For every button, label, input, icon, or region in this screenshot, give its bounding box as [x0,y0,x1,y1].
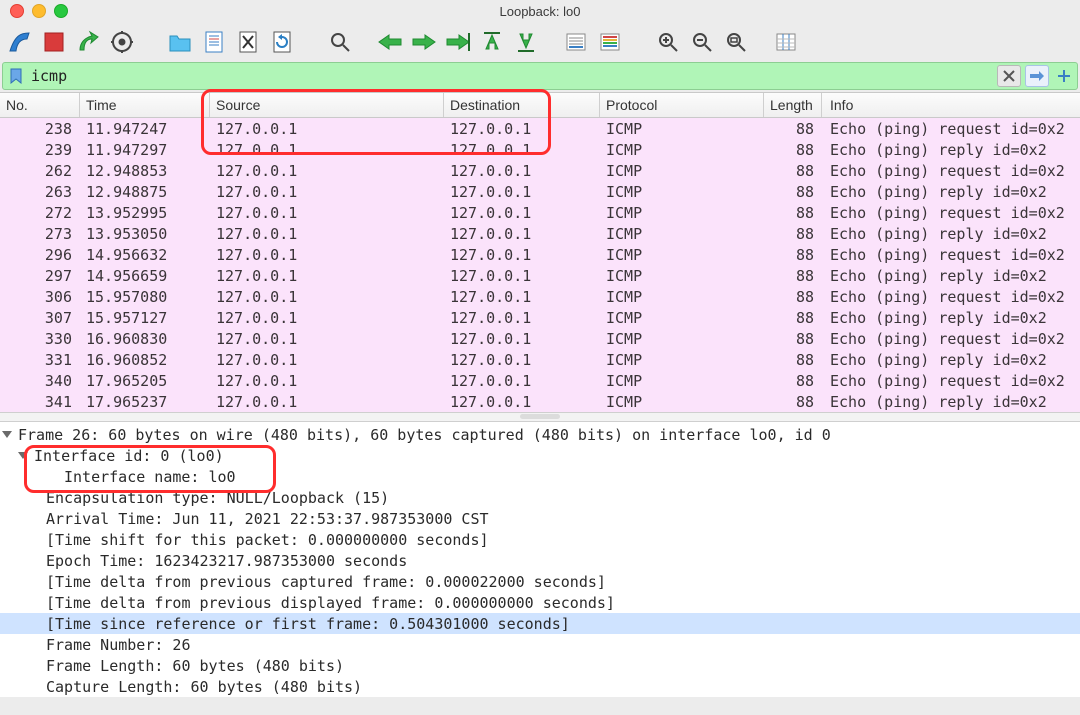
shark-fin-icon[interactable] [6,28,34,56]
expand-triangle-icon[interactable] [2,431,12,438]
titlebar: Loopback: lo0 [0,0,1080,22]
col-header-destination[interactable]: Destination [444,93,600,117]
interface-name-line[interactable]: Interface name: lo0 [0,466,1080,487]
zoom-out-button[interactable] [688,28,716,56]
encapsulation-line[interactable]: Encapsulation type: NULL/Loopback (15) [0,487,1080,508]
filter-add-button[interactable] [1053,66,1075,86]
arrival-time-line[interactable]: Arrival Time: Jun 11, 2021 22:53:37.9873… [0,508,1080,529]
find-packet-button[interactable] [326,28,354,56]
go-back-button[interactable] [376,28,404,56]
stop-capture-button[interactable] [40,28,68,56]
close-file-button[interactable] [234,28,262,56]
packet-row[interactable]: 33016.960830127.0.0.1127.0.0.1ICMP88Echo… [0,328,1080,349]
reload-file-button[interactable] [268,28,296,56]
frame-length-line[interactable]: Frame Length: 60 bytes (480 bits) [0,655,1080,676]
interface-id-line[interactable]: Interface id: 0 (lo0) [0,445,1080,466]
packet-row[interactable]: 23811.947247127.0.0.1127.0.0.1ICMP88Echo… [0,118,1080,139]
packet-list-header: No. Time Source Destination Protocol Len… [0,92,1080,118]
time-delta-captured-line[interactable]: [Time delta from previous captured frame… [0,571,1080,592]
pane-splitter[interactable] [0,412,1080,422]
packet-row[interactable]: 34117.965237127.0.0.1127.0.0.1ICMP88Echo… [0,391,1080,412]
col-header-no[interactable]: No. [0,93,80,117]
epoch-time-line[interactable]: Epoch Time: 1623423217.987353000 seconds [0,550,1080,571]
expand-triangle-icon[interactable] [18,452,28,459]
packet-list[interactable]: 23811.947247127.0.0.1127.0.0.1ICMP88Echo… [0,118,1080,412]
packet-row[interactable]: 29614.956632127.0.0.1127.0.0.1ICMP88Echo… [0,244,1080,265]
col-header-protocol[interactable]: Protocol [600,93,764,117]
open-file-button[interactable] [166,28,194,56]
display-filter-bar [2,62,1078,90]
time-since-reference-line[interactable]: [Time since reference or first frame: 0.… [0,613,1080,634]
resize-columns-button[interactable] [772,28,800,56]
zoom-reset-button[interactable] [722,28,750,56]
main-toolbar [0,22,1080,60]
clear-filter-button[interactable] [997,65,1021,87]
apply-filter-button[interactable] [1025,65,1049,87]
col-header-time[interactable]: Time [80,93,210,117]
frame-number-line[interactable]: Frame Number: 26 [0,634,1080,655]
packet-details-pane[interactable]: Frame 26: 60 bytes on wire (480 bits), 6… [0,422,1080,697]
goto-packet-button[interactable] [444,28,472,56]
save-file-button[interactable] [200,28,228,56]
go-forward-button[interactable] [410,28,438,56]
col-header-source[interactable]: Source [210,93,444,117]
packet-row[interactable]: 23911.947297127.0.0.1127.0.0.1ICMP88Echo… [0,139,1080,160]
display-filter-input[interactable] [29,66,993,86]
frame-summary-line[interactable]: Frame 26: 60 bytes on wire (480 bits), 6… [0,424,1080,445]
packet-row[interactable]: 33116.960852127.0.0.1127.0.0.1ICMP88Echo… [0,349,1080,370]
packet-row[interactable]: 34017.965205127.0.0.1127.0.0.1ICMP88Echo… [0,370,1080,391]
col-header-info[interactable]: Info [822,97,1080,113]
packet-row[interactable]: 27313.953050127.0.0.1127.0.0.1ICMP88Echo… [0,223,1080,244]
goto-first-button[interactable] [478,28,506,56]
colorize-button[interactable] [596,28,624,56]
packet-row[interactable]: 29714.956659127.0.0.1127.0.0.1ICMP88Echo… [0,265,1080,286]
time-delta-displayed-line[interactable]: [Time delta from previous displayed fram… [0,592,1080,613]
packet-row[interactable]: 30715.957127127.0.0.1127.0.0.1ICMP88Echo… [0,307,1080,328]
autoscroll-button[interactable] [562,28,590,56]
packet-row[interactable]: 26312.948875127.0.0.1127.0.0.1ICMP88Echo… [0,181,1080,202]
goto-last-button[interactable] [512,28,540,56]
packet-row[interactable]: 26212.948853127.0.0.1127.0.0.1ICMP88Echo… [0,160,1080,181]
packet-row[interactable]: 30615.957080127.0.0.1127.0.0.1ICMP88Echo… [0,286,1080,307]
packet-row[interactable]: 27213.952995127.0.0.1127.0.0.1ICMP88Echo… [0,202,1080,223]
restart-capture-button[interactable] [74,28,102,56]
col-header-length[interactable]: Length [764,93,822,117]
capture-options-button[interactable] [108,28,136,56]
time-shift-line[interactable]: [Time shift for this packet: 0.000000000… [0,529,1080,550]
window-title: Loopback: lo0 [0,4,1080,19]
bookmark-icon[interactable] [9,68,25,84]
capture-length-line[interactable]: Capture Length: 60 bytes (480 bits) [0,676,1080,697]
zoom-in-button[interactable] [654,28,682,56]
